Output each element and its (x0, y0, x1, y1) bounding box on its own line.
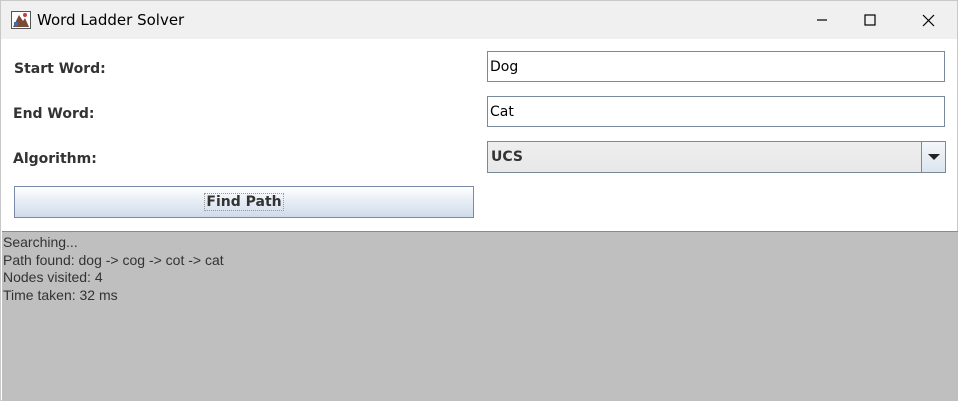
output-line: Path found: dog -> cog -> cot -> cat (3, 251, 224, 268)
end-word-input[interactable] (487, 96, 945, 127)
maximize-button[interactable] (847, 1, 893, 39)
minimize-icon (817, 19, 827, 21)
start-word-label: Start Word: (14, 61, 106, 77)
title-bar[interactable]: Word Ladder Solver (1, 1, 957, 39)
output-line: Time taken: 32 ms (3, 286, 118, 303)
end-word-label: End Word: (13, 106, 95, 122)
close-icon (922, 14, 934, 26)
window-title: Word Ladder Solver (37, 11, 185, 29)
start-word-input[interactable] (487, 51, 945, 82)
algorithm-select[interactable]: UCS (487, 141, 946, 173)
close-button[interactable] (905, 1, 951, 39)
maximize-icon (864, 14, 876, 26)
java-app-icon (11, 11, 31, 29)
find-path-button[interactable]: Find Path (14, 186, 474, 218)
output-line: Nodes visited: 4 (3, 269, 103, 285)
algorithm-label: Algorithm: (13, 151, 97, 167)
dropdown-arrow-button[interactable] (921, 142, 945, 172)
chevron-down-icon (927, 154, 940, 160)
minimize-button[interactable] (799, 1, 845, 39)
output-text-area[interactable]: Searching... Path found: dog -> cog -> c… (2, 231, 958, 401)
app-window: Word Ladder Solver Start Word: End Word:… (0, 0, 958, 401)
output-line: Searching... (3, 234, 78, 250)
algorithm-selected-value: UCS (491, 149, 523, 165)
find-path-label: Find Path (204, 193, 284, 211)
